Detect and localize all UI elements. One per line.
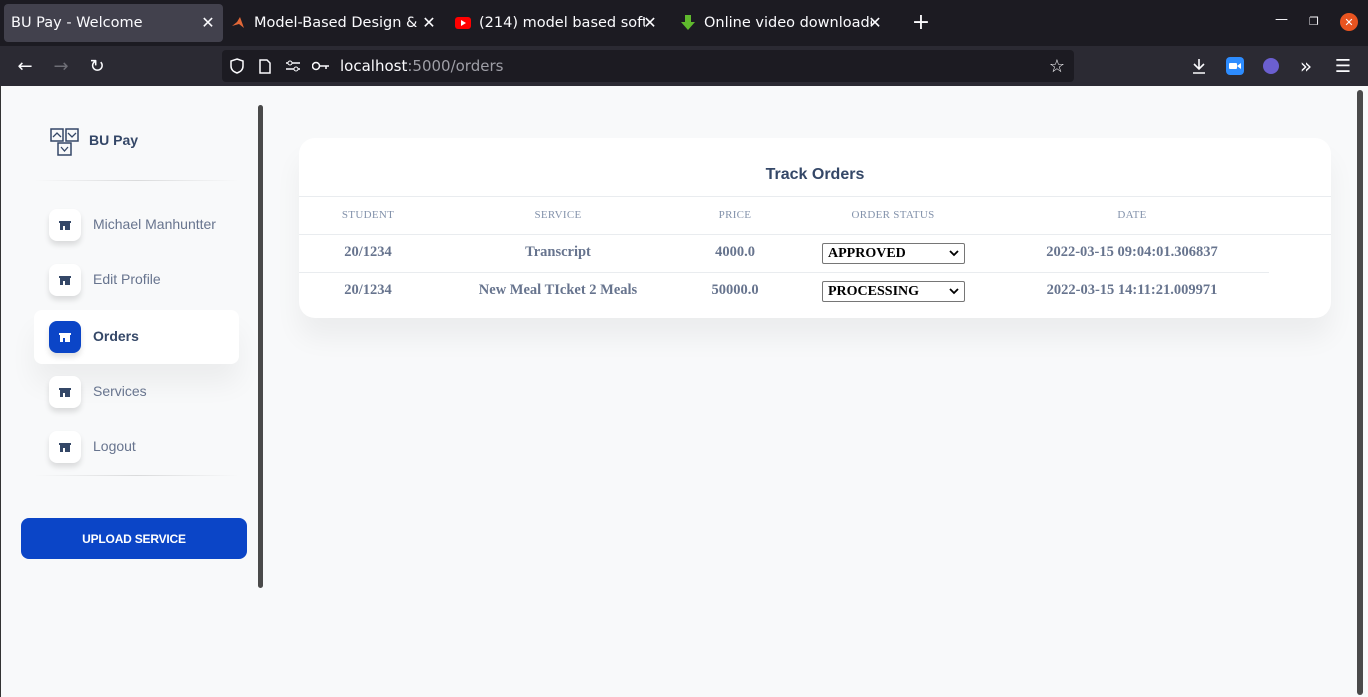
upload-service-button[interactable]: UPLOAD SERVICE <box>21 518 247 559</box>
sidebar-item-label: Orders <box>93 328 139 344</box>
chevron-down-icon <box>949 244 959 270</box>
close-tab-icon[interactable]: ✕ <box>199 13 217 32</box>
shop-icon <box>49 376 81 408</box>
order-status-value: APPROVED <box>828 246 906 261</box>
tab-title: Online video downloader <box>704 15 872 31</box>
browser-nav-bar: ← → ↻ localhost:5000/orders ☆ » ☰ <box>0 46 1368 86</box>
order-status-select[interactable]: APPROVED <box>822 243 965 264</box>
extension-icon[interactable] <box>1259 54 1283 78</box>
sidebar-divider <box>34 475 239 476</box>
sidebar-item-logout[interactable]: Logout <box>34 420 239 474</box>
column-header-order-status: Order Status <box>851 209 935 221</box>
card-title: Track Orders <box>765 166 865 183</box>
order-status-select[interactable]: PROCESSING <box>822 281 965 302</box>
sidebar-item-profile-name[interactable]: Michael Manhuntter <box>34 198 239 252</box>
tab-title: BU Pay - Welcome <box>11 15 143 31</box>
overflow-chevrons-icon[interactable]: » <box>1294 54 1318 78</box>
brand-name[interactable]: BU Pay <box>89 132 138 148</box>
shop-icon <box>49 209 81 241</box>
matlab-favicon-icon <box>230 15 246 31</box>
back-arrow-icon[interactable]: ← <box>13 54 37 78</box>
sidebar-item-edit-profile[interactable]: Edit Profile <box>34 253 239 307</box>
forward-arrow-icon[interactable]: → <box>49 54 73 78</box>
bookmark-star-icon[interactable]: ☆ <box>1048 56 1066 77</box>
cell-service: New Meal TIcket 2 Meals <box>478 282 638 298</box>
key-icon[interactable] <box>312 57 330 75</box>
cell-date: 2022-03-15 14:11:21.009971 <box>1046 282 1218 298</box>
sidebar-item-label: Logout <box>93 438 136 454</box>
reload-icon[interactable]: ↻ <box>85 54 109 78</box>
page-scrollbar[interactable] <box>1357 90 1363 695</box>
orders-card: Track Orders Student Service Price Order… <box>299 138 1331 318</box>
sidebar-item-services[interactable]: Services <box>34 365 239 419</box>
card-divider <box>299 196 1331 197</box>
new-tab-icon[interactable]: + <box>910 10 932 36</box>
restore-icon[interactable]: ❐ <box>1309 15 1319 28</box>
column-header-service: Service <box>534 209 582 221</box>
shop-icon <box>49 264 81 296</box>
zoom-extension-icon[interactable] <box>1223 54 1247 78</box>
window-close-icon[interactable]: ✕ <box>1340 13 1358 31</box>
url-text[interactable]: localhost:5000/orders <box>340 57 503 75</box>
hamburger-menu-icon[interactable]: ☰ <box>1331 54 1355 78</box>
sidebar-scrollbar[interactable] <box>258 105 263 588</box>
permissions-icon[interactable] <box>284 57 302 75</box>
youtube-favicon-icon <box>455 15 471 31</box>
shop-icon <box>49 321 81 353</box>
cell-student: 20/1234 <box>344 244 392 260</box>
browser-tab-bar: BU Pay - Welcome ✕ Model-Based Design & … <box>0 0 1368 46</box>
sidebar-item-label: Edit Profile <box>93 271 161 287</box>
header-divider <box>299 234 1331 235</box>
close-tab-icon[interactable]: ✕ <box>420 13 438 32</box>
downloads-icon[interactable] <box>1187 54 1211 78</box>
row-divider <box>299 272 1269 273</box>
browser-tab-active[interactable]: BU Pay - Welcome ✕ <box>4 4 223 42</box>
shop-icon <box>49 431 81 463</box>
sidebar-item-label: Michael Manhuntter <box>93 216 216 232</box>
chevron-down-icon <box>949 282 959 308</box>
sidebar-divider <box>34 180 239 181</box>
download-arrow-favicon-icon <box>680 15 696 31</box>
browser-tab[interactable]: Online video downloader ✕ <box>680 4 890 42</box>
order-status-value: PROCESSING <box>828 284 920 299</box>
cell-date: 2022-03-15 09:04:01.306837 <box>1046 244 1218 260</box>
browser-tab[interactable]: (214) model based softw ✕ <box>455 4 665 42</box>
cell-price: 50000.0 <box>711 282 759 298</box>
column-header-price: Price <box>718 209 752 221</box>
tab-title: (214) model based softw <box>479 15 645 31</box>
column-header-student: Student <box>341 209 395 221</box>
url-path: :5000/orders <box>407 57 504 75</box>
close-tab-icon[interactable]: ✕ <box>866 13 884 32</box>
cell-student: 20/1234 <box>344 282 392 298</box>
sidebar-item-orders[interactable]: Orders <box>34 310 239 364</box>
url-host: localhost <box>340 57 408 75</box>
page-icon[interactable] <box>256 57 274 75</box>
close-tab-icon[interactable]: ✕ <box>641 13 659 32</box>
cell-price: 4000.0 <box>715 244 755 260</box>
url-bar[interactable]: localhost:5000/orders ☆ <box>222 50 1074 82</box>
sidebar-item-label: Services <box>93 383 147 399</box>
cell-service: Transcript <box>525 244 591 260</box>
tab-title: Model-Based Design & En <box>254 15 420 31</box>
column-header-date: Date <box>1117 209 1147 221</box>
browser-tab[interactable]: Model-Based Design & En ✕ <box>230 4 444 42</box>
shield-icon[interactable] <box>228 57 246 75</box>
brand-logo-icon[interactable] <box>50 127 80 157</box>
minimize-icon[interactable]: — <box>1275 12 1288 27</box>
